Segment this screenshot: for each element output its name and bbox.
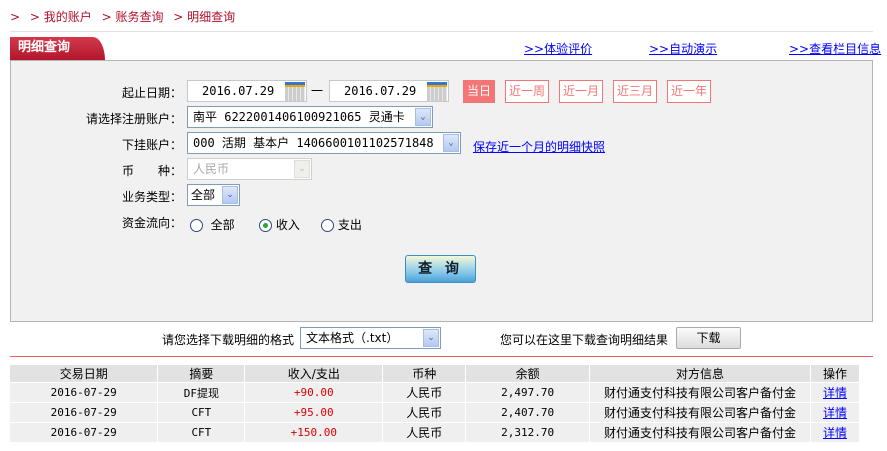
currency-select: 人民币 ⌄ xyxy=(187,158,312,180)
query-button[interactable]: 查 询 xyxy=(405,255,476,283)
divider xyxy=(10,356,873,357)
breadcrumb-my-account[interactable]: > 我的账户 xyxy=(30,10,92,24)
chevron-down-icon: ⌄ xyxy=(294,160,310,178)
range-month-button[interactable]: 近一月 xyxy=(559,80,603,103)
date-label: 起止日期： xyxy=(121,86,182,100)
cell-counterparty: 财付通支付科技有限公司客户备付金 xyxy=(589,382,811,403)
radio-label: 收入 xyxy=(275,218,300,232)
link-text: >>自动演示 xyxy=(649,42,718,56)
table-row: 2016-07-29 CFT +95.00 人民币 2,407.70 财付通支付… xyxy=(10,402,861,423)
cell-currency: 人民币 xyxy=(382,402,467,423)
end-date-input[interactable]: 2016.07.29 xyxy=(329,80,449,102)
cell-amount: +150.00 xyxy=(244,422,384,442)
breadcrumb: > > 我的账户 > 账务查询 > 明细查询 xyxy=(10,8,241,25)
col-amount: 收入/支出 xyxy=(244,365,384,383)
download-button[interactable]: 下载 xyxy=(676,327,741,349)
cell-summary: CFT xyxy=(157,422,246,442)
radio-label: 支出 xyxy=(337,218,362,232)
cell-amount: +90.00 xyxy=(244,382,384,403)
chevron-down-icon: ⌄ xyxy=(415,108,431,126)
table-row: 2016-07-29 DF提现 +90.00 人民币 2,497.70 财付通支… xyxy=(10,382,861,403)
cell-counterparty: 财付通支付科技有限公司客户备付金 xyxy=(589,422,811,442)
start-date-input[interactable]: 2016.07.29 xyxy=(187,80,307,102)
biz-type-label: 业务类型： xyxy=(121,190,182,204)
account-value: 南平 6222001406100921065 灵通卡 xyxy=(193,110,405,124)
radio-icon xyxy=(190,219,203,232)
radio-checked-icon xyxy=(259,219,272,232)
sub-account-value: 000 活期 基本户 1406600101102571848 xyxy=(193,136,434,150)
cell-action: 详情 xyxy=(810,422,861,442)
range-year-button[interactable]: 近一年 xyxy=(667,80,711,103)
range-week-button[interactable]: 近一周 xyxy=(505,80,549,103)
cell-balance: 2,312.70 xyxy=(465,422,591,442)
cell-date: 2016-07-29 xyxy=(10,382,159,403)
format-value: 文本格式（.txt） xyxy=(306,331,399,345)
link-auto-demo[interactable]: >>自动演示 xyxy=(649,40,717,57)
radio-label: 全部 xyxy=(210,218,235,232)
cell-summary: CFT xyxy=(157,402,246,423)
calendar-icon[interactable] xyxy=(427,82,447,101)
save-snapshot-link[interactable]: 保存近一个月的明细快照 xyxy=(473,138,605,155)
col-currency: 币种 xyxy=(382,365,467,383)
date-separator: 一 xyxy=(311,84,324,98)
currency-label: 币 种： xyxy=(121,164,182,178)
flow-label: 资金流向： xyxy=(121,216,182,230)
start-date-value: 2016.07.29 xyxy=(202,84,275,98)
cell-amount: +95.00 xyxy=(244,402,384,423)
account-select[interactable]: 南平 6222001406100921065 灵通卡 ⌄ xyxy=(187,106,433,128)
range-today-button[interactable]: 当日 xyxy=(463,80,495,103)
table-header: 交易日期 摘要 收入/支出 币种 余额 对方信息 操作 xyxy=(10,365,861,383)
detail-table: 交易日期 摘要 收入/支出 币种 余额 对方信息 操作 2016-07-29 D… xyxy=(10,365,861,442)
tab-detail-query[interactable]: 明细查询 xyxy=(10,37,105,60)
end-date-value: 2016.07.29 xyxy=(344,84,417,98)
cell-date: 2016-07-29 xyxy=(10,402,159,423)
chevron-down-icon: ⌄ xyxy=(443,134,459,152)
flow-all-radio[interactable]: 全部 xyxy=(190,216,235,233)
table-row: 2016-07-29 CFT +150.00 人民币 2,312.70 财付通支… xyxy=(10,422,861,442)
flow-income-radio[interactable]: 收入 xyxy=(259,216,300,233)
detail-link[interactable]: 详情 xyxy=(823,386,847,400)
breadcrumb-detail-query[interactable]: > 明细查询 xyxy=(173,10,235,24)
col-summary: 摘要 xyxy=(157,365,246,383)
download-format-label: 请您选择下载明细的格式 xyxy=(162,333,295,347)
col-date: 交易日期 xyxy=(10,365,159,383)
cell-balance: 2,497.70 xyxy=(465,382,591,403)
cell-currency: 人民币 xyxy=(382,422,467,442)
download-format-select[interactable]: 文本格式（.txt） ⌄ xyxy=(300,327,441,349)
chevron-down-icon: ⌄ xyxy=(222,186,238,204)
sub-account-select[interactable]: 000 活期 基本户 1406600101102571848 ⌄ xyxy=(187,132,461,154)
col-counterparty: 对方信息 xyxy=(589,365,811,383)
divider xyxy=(10,31,873,32)
download-hint: 您可以在这里下载查询明细结果 xyxy=(500,333,669,347)
cell-action: 详情 xyxy=(810,402,861,423)
chevron-down-icon: ⌄ xyxy=(423,329,439,347)
currency-value: 人民币 xyxy=(193,162,230,176)
link-column-info[interactable]: >>查看栏目信息 xyxy=(789,40,881,57)
link-experience-review[interactable]: >>体验评价 xyxy=(524,40,592,57)
cell-date: 2016-07-29 xyxy=(10,422,159,442)
cell-summary: DF提现 xyxy=(157,382,246,403)
biz-type-select[interactable]: 全部 ⌄ xyxy=(187,184,240,206)
breadcrumb-arrow: > xyxy=(10,10,21,24)
biz-type-value: 全部 xyxy=(191,188,216,202)
breadcrumb-account-query[interactable]: > 账务查询 xyxy=(102,10,164,24)
link-text: >>查看栏目信息 xyxy=(789,42,882,56)
cell-action: 详情 xyxy=(810,382,861,403)
cell-currency: 人民币 xyxy=(382,382,467,403)
radio-icon xyxy=(321,219,334,232)
detail-link[interactable]: 详情 xyxy=(823,406,847,420)
calendar-icon[interactable] xyxy=(285,82,305,101)
link-text: >>体验评价 xyxy=(524,42,593,56)
cell-balance: 2,407.70 xyxy=(465,402,591,423)
col-action: 操作 xyxy=(810,365,861,383)
col-balance: 余额 xyxy=(465,365,591,383)
cell-counterparty: 财付通支付科技有限公司客户备付金 xyxy=(589,402,811,423)
account-label: 请选择注册账户： xyxy=(85,112,182,126)
detail-link[interactable]: 详情 xyxy=(823,426,847,440)
range-3months-button[interactable]: 近三月 xyxy=(613,80,657,103)
sub-account-label: 下挂账户： xyxy=(121,138,182,152)
flow-expense-radio[interactable]: 支出 xyxy=(321,216,362,233)
